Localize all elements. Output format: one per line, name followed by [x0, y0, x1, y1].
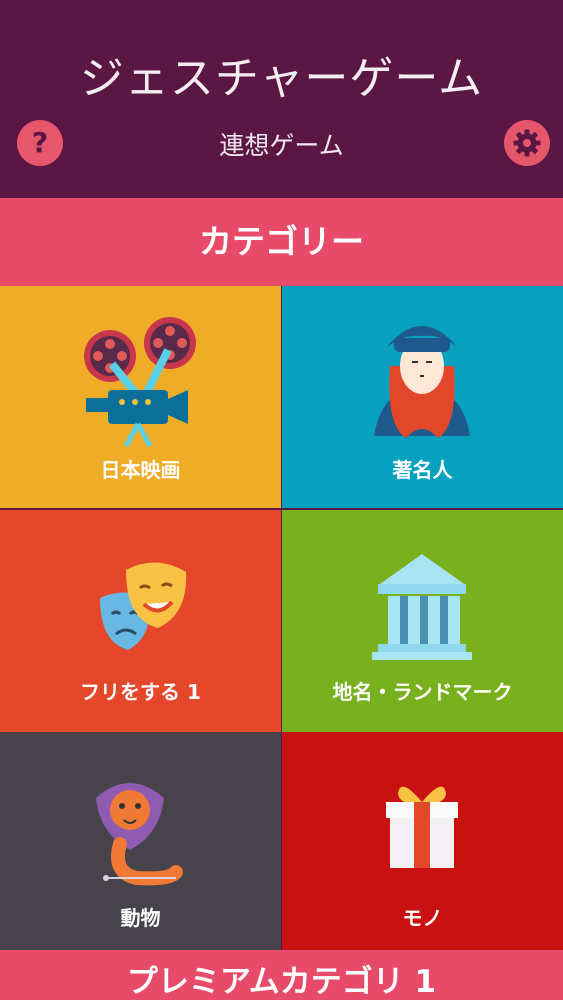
category-tile-animals[interactable]: 動物	[0, 732, 281, 950]
category-label: 動物	[120, 906, 161, 930]
gear-icon	[513, 129, 541, 157]
app-subtitle: 連想ゲーム	[219, 131, 344, 160]
category-tile-places-landmarks[interactable]: 地名・ランドマーク	[282, 510, 563, 732]
settings-button[interactable]	[504, 120, 550, 166]
category-section-header: カテゴリー	[0, 198, 563, 286]
category-tile-famous-people[interactable]: 著名人	[282, 286, 563, 508]
category-label: 地名・ランドマーク	[332, 680, 513, 704]
premium-section-header: プレミアムカテゴリ 1	[0, 950, 563, 1000]
category-label: 著名人	[392, 458, 453, 482]
category-tile-japanese-movies[interactable]: 日本映画	[0, 286, 281, 508]
category-label: 日本映画	[100, 458, 181, 482]
category-tile-acting[interactable]: フリをする 1	[0, 510, 281, 732]
question-mark-icon: ?	[31, 126, 49, 159]
app-title: ジェスチャーゲーム	[79, 53, 484, 104]
category-label: フリをする 1	[80, 680, 201, 704]
app-header: ジェスチャーゲーム 連想ゲーム ?	[0, 0, 563, 198]
category-label: モノ	[402, 906, 443, 930]
help-button[interactable]: ?	[17, 120, 63, 166]
category-tile-things[interactable]: モノ	[282, 732, 563, 950]
